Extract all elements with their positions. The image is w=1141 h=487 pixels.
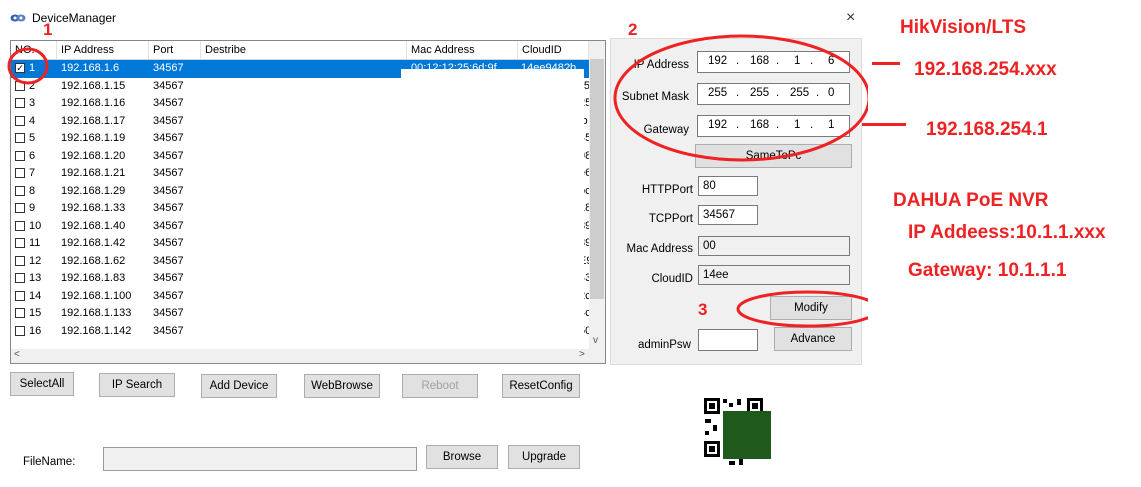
annotation-number-1: 1 <box>43 20 53 39</box>
dahua-gateway: Gateway: 10.1.1.1 <box>908 260 1067 281</box>
annotation-overlay <box>7 34 868 328</box>
hik-gw-pointer-line <box>862 123 906 126</box>
dahua-title: DAHUA PoE NVR <box>893 190 1049 211</box>
hikvision-ip: 192.168.254.xxx <box>914 59 1057 80</box>
annotation-circle-3 <box>736 290 868 328</box>
annotation-number-2: 2 <box>628 20 638 39</box>
hik-ip-pointer-line <box>872 62 900 65</box>
annotation-circle-1 <box>7 47 49 85</box>
hikvision-gateway: 192.168.254.1 <box>926 119 1048 140</box>
dahua-ip: IP Addeess:10.1.1.xxx <box>908 222 1106 243</box>
annotation-number-3: 3 <box>698 300 708 319</box>
hikvision-title: HikVision/LTS <box>900 17 1026 38</box>
device-manager-window: DeviceManager × NO. IP Address Port Dest… <box>0 0 868 487</box>
annotation-circle-2 <box>613 34 868 162</box>
